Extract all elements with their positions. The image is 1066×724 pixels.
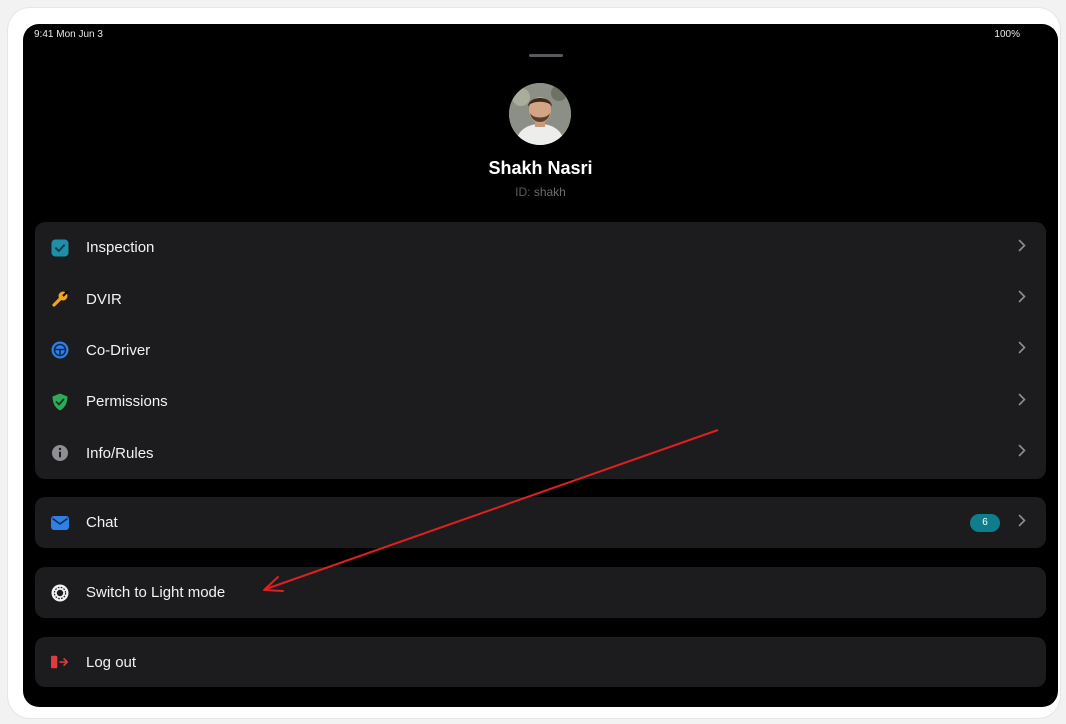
profile-name: Shakh Nasri [488,158,593,178]
chevron-right-icon [1018,514,1026,532]
chevron-right-icon [1018,444,1026,462]
status-battery: 100% [994,29,1020,40]
profile-id-value: shakh [533,185,566,199]
logout-label: Log out [86,653,137,671]
menu-item-permissions[interactable]: Permissions [35,376,1046,427]
tablet-screen: 9:41 Mon Jun 3 100% Shakh Nasri ID: shak… [23,24,1058,707]
envelope-icon [51,514,69,532]
logout-button[interactable]: Log out [35,637,1046,687]
wrench-icon [51,290,69,308]
chevron-right-icon [1018,290,1026,308]
menu-item-dvir[interactable]: DVIR [35,273,1046,324]
chevron-right-icon [1018,393,1026,411]
checkbox-icon [51,239,69,257]
chat-label: Chat [86,514,118,531]
sun-icon [51,584,69,602]
menu-item-label: Co-Driver [86,341,151,359]
shield-check-icon [51,393,69,411]
switch-theme-label: Switch to Light mode [86,584,226,601]
menu-item-chat[interactable]: Chat 6 [35,497,1046,548]
logout-card: Log out [35,637,1046,687]
chevron-right-icon [1018,239,1026,257]
menu-item-inspection[interactable]: Inspection [35,222,1046,273]
unread-badge: 6 [970,513,1000,532]
profile-id-label: ID: [515,185,531,199]
menu-item-info-rules[interactable]: Info/Rules [35,428,1046,479]
info-icon [51,444,69,462]
menu-item-label: DVIR [86,290,122,308]
chat-card: Chat 6 [35,497,1046,548]
menu-item-label: Inspection [86,239,155,257]
steering-wheel-icon [51,341,69,359]
theme-toggle-card: Switch to Light mode [35,567,1046,618]
main-menu-card: Inspection DVIR Co-Driver Permissions In… [35,222,1046,479]
status-time: 9:41 Mon Jun 3 [34,29,103,40]
logout-icon [51,653,69,671]
menu-item-label: Info/Rules [86,444,154,462]
menu-item-co-driver[interactable]: Co-Driver [35,325,1046,376]
avatar [509,83,571,145]
menu-item-label: Permissions [86,393,168,411]
switch-theme-button[interactable]: Switch to Light mode [35,567,1046,618]
chevron-right-icon [1018,341,1026,359]
profile-id: ID: shakh [23,185,1058,199]
sheet-grabber[interactable] [529,54,563,57]
